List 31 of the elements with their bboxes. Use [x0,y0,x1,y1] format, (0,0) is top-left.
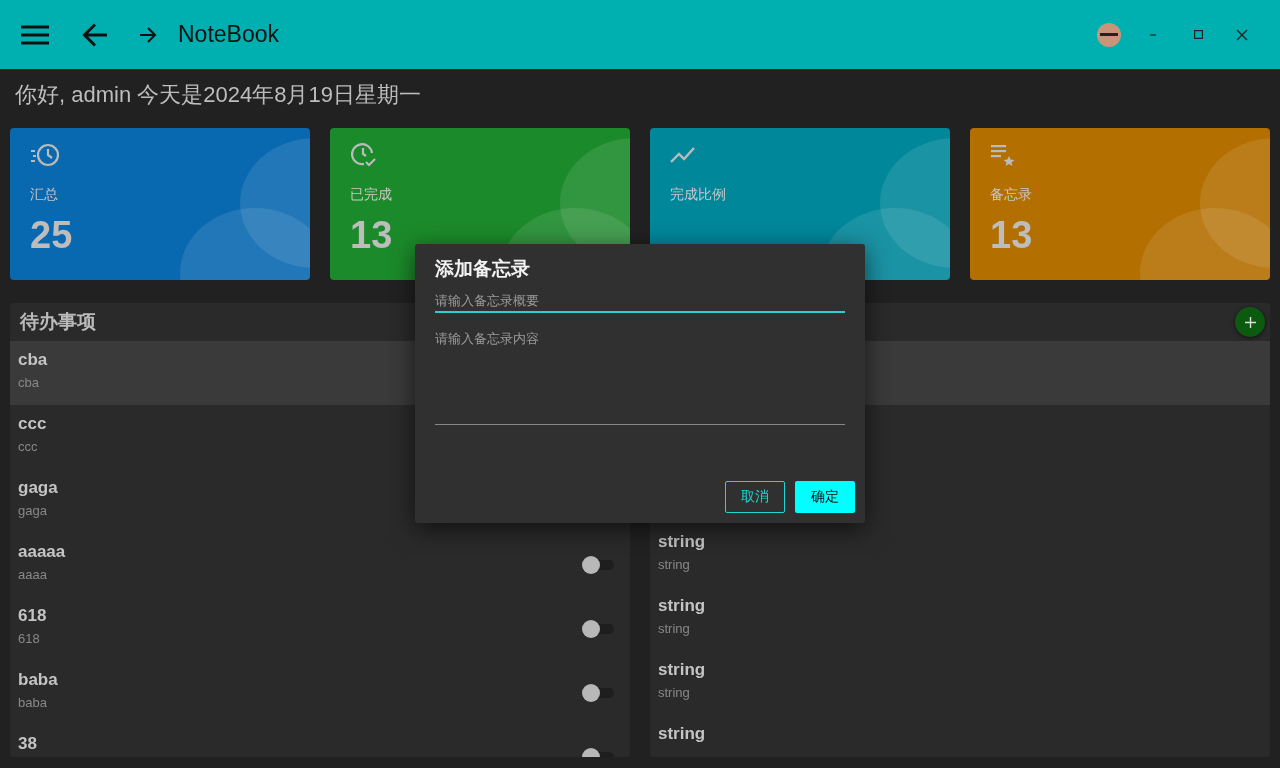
item-note: 618 [18,631,40,646]
item-note: string [658,621,690,636]
dialog-title: 添加备忘录 [435,257,530,281]
panel-title: 待办事项 [20,310,96,334]
card-label: 汇总 [30,186,58,204]
item-note: ccc [18,439,38,454]
card-value: 25 [30,214,73,257]
item-title: string [658,596,706,616]
item-note: string [658,685,690,700]
item-title: 618 [18,606,47,626]
card-label: 备忘录 [990,186,1032,204]
item-title: ccc [18,414,47,434]
item-note: gaga [18,503,47,518]
greeting-text: 你好, admin 今天是2024年8月19日星期一 [15,82,421,107]
card-value: 13 [990,214,1033,257]
item-title: aaaaa [18,542,66,562]
item-title: string [658,660,706,680]
item-note: baba [18,695,47,710]
item-title: gaga [18,478,58,498]
item-note: cba [18,375,39,390]
item-title: string [658,532,706,552]
item-title: 38 [18,734,37,754]
item-title: cba [18,350,48,370]
item-title: baba [18,670,58,690]
card-label: 完成比例 [670,186,726,204]
app-title: NoteBook [178,21,279,48]
card-label: 已完成 [350,186,392,204]
card-value: 13 [350,214,393,257]
item-note: aaaa [18,567,47,582]
item-title: string [658,724,706,744]
item-note: string [658,557,690,572]
